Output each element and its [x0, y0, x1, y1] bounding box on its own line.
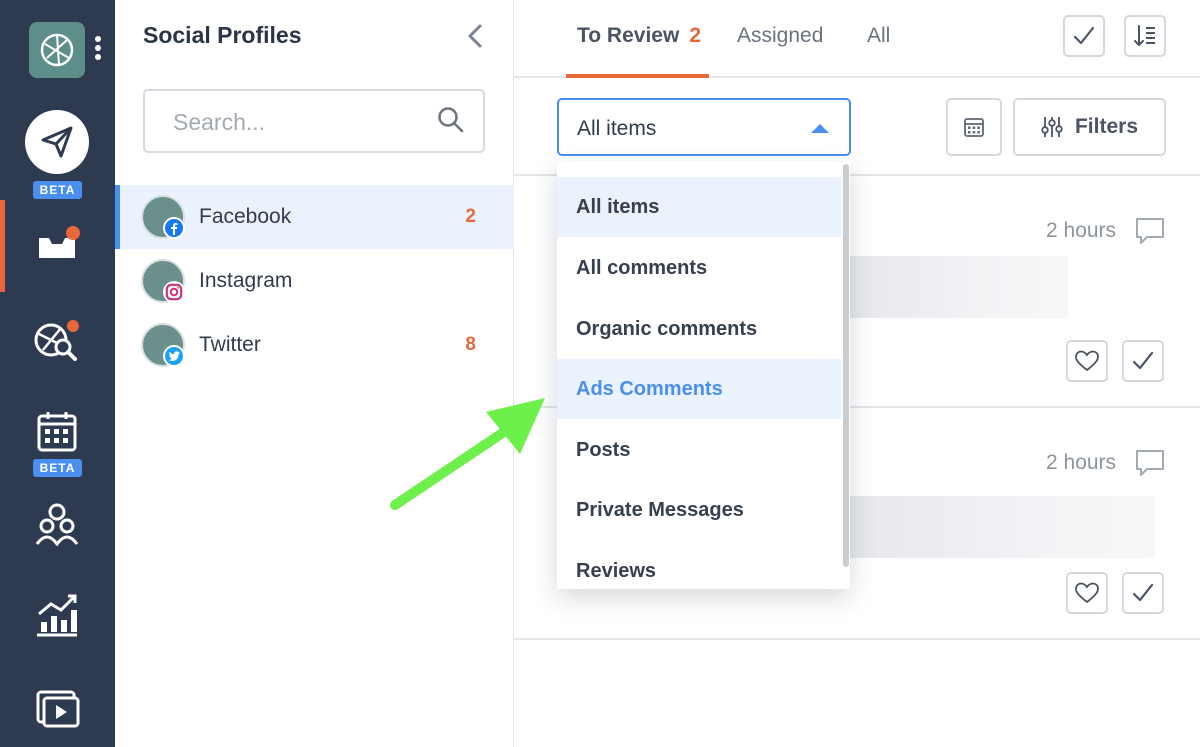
tab-label: To Review: [577, 24, 680, 47]
social-profiles-panel: Social Profiles Facebook 2 Instagram Twi…: [115, 0, 514, 747]
option-posts[interactable]: Posts: [557, 420, 841, 480]
item-timestamp: 2 hours: [1046, 219, 1117, 242]
profile-item-facebook[interactable]: Facebook 2: [115, 185, 514, 249]
sort-icon[interactable]: [1124, 15, 1166, 57]
calendar-icon: [964, 118, 984, 137]
publish-beta-badge: BETA: [33, 181, 82, 199]
check-icon: [1132, 351, 1154, 370]
date-range-button[interactable]: [946, 98, 1002, 156]
instagram-icon: [163, 281, 185, 303]
selected-item-type: All items: [577, 117, 657, 140]
heart-icon: [1075, 350, 1099, 372]
mark-done-button[interactable]: [1122, 340, 1164, 382]
blurred-content: [850, 256, 1068, 318]
active-section-indicator: [0, 200, 5, 292]
team-icon[interactable]: [35, 500, 79, 546]
annotation-arrow-icon: [390, 398, 545, 510]
caret-up-icon: [811, 124, 829, 133]
calendar-beta-badge: BETA: [33, 459, 82, 477]
profile-item-twitter[interactable]: Twitter 8: [115, 313, 514, 377]
mark-all-done-button[interactable]: [1063, 15, 1105, 57]
more-options-icon[interactable]: [94, 36, 102, 66]
option-all-items[interactable]: All items: [557, 177, 841, 237]
analytics-icon[interactable]: [35, 592, 79, 638]
filters-button[interactable]: Filters: [1013, 98, 1166, 156]
inbox-tabs: To Review 2 Assigned All: [514, 0, 1200, 78]
tab-all[interactable]: All: [867, 24, 890, 48]
like-button[interactable]: [1066, 572, 1108, 614]
option-ads-comments[interactable]: Ads Comments: [557, 359, 841, 419]
heart-icon: [1075, 582, 1099, 604]
filters-label: Filters: [1074, 115, 1139, 138]
mark-done-button[interactable]: [1122, 572, 1164, 614]
search-icon[interactable]: [437, 106, 465, 139]
publish-icon[interactable]: [25, 110, 89, 174]
option-private-messages[interactable]: Private Messages: [557, 480, 841, 540]
profile-unread-count: 8: [465, 334, 476, 355]
profile-name: Twitter: [199, 333, 261, 356]
app-sidebar: BETA BETA: [0, 0, 115, 747]
blurred-content: [850, 496, 1155, 558]
tab-assigned[interactable]: Assigned: [737, 24, 823, 48]
tab-to-review[interactable]: To Review 2: [577, 24, 701, 48]
option-organic-comments[interactable]: Organic comments: [557, 299, 841, 359]
facebook-icon: [163, 217, 185, 239]
option-reviews[interactable]: Reviews: [557, 541, 841, 589]
profile-item-instagram[interactable]: Instagram: [115, 249, 514, 313]
workspace-logo-icon[interactable]: [29, 22, 85, 78]
comment-icon: [1134, 448, 1166, 483]
panel-title: Social Profiles: [143, 22, 302, 48]
twitter-icon: [163, 345, 185, 367]
item-type-dropdown: All items All comments Organic comments …: [557, 162, 850, 589]
like-button[interactable]: [1066, 340, 1108, 382]
profile-name: Facebook: [199, 205, 292, 228]
item-timestamp: 2 hours: [1046, 451, 1117, 474]
check-icon: [1132, 583, 1154, 602]
collapse-panel-icon[interactable]: [463, 22, 487, 50]
sliders-icon: [1041, 117, 1063, 137]
profile-name: Instagram: [199, 269, 293, 292]
profile-search-input[interactable]: [173, 107, 423, 137]
tab-count: 2: [689, 24, 701, 47]
profile-unread-count: 2: [465, 206, 476, 227]
listening-icon[interactable]: [33, 316, 83, 364]
inbox-icon[interactable]: [35, 224, 85, 264]
dropdown-scrollbar[interactable]: [843, 164, 849, 567]
calendar-icon[interactable]: [36, 410, 78, 454]
comment-icon: [1134, 216, 1166, 251]
library-icon[interactable]: [36, 688, 80, 728]
option-all-comments[interactable]: All comments: [557, 238, 841, 298]
item-type-select[interactable]: All items: [557, 98, 851, 156]
profile-search-box: [143, 89, 485, 153]
